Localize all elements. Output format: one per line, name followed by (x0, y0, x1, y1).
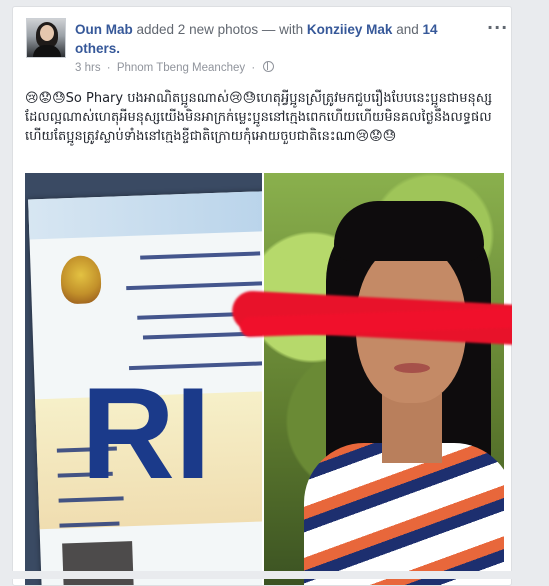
post-time-link[interactable]: 3 hrs (75, 62, 101, 74)
with-prefix: — with (261, 22, 304, 37)
post-action: added 2 new photos (136, 22, 259, 37)
post-text: 😢😟😓So Phary បងអាណិតប្អូនណាស់😢😓ហេតុអ្វីប្… (25, 91, 492, 144)
post-meta: 3 hrs · Phnom Tbeng Meanchey · (75, 61, 275, 74)
globe-icon[interactable] (263, 61, 275, 72)
photo-right-portrait[interactable] (264, 173, 504, 585)
location-link[interactable]: Phnom Tbeng Meanchey (117, 62, 245, 74)
id-portrait (62, 541, 135, 585)
tagged-user-link[interactable]: Konziiey Mak (307, 22, 393, 37)
photo-overlay-text: RI (81, 360, 211, 506)
more-dots-icon[interactable]: ··· (487, 18, 508, 37)
page-background-right (512, 0, 549, 579)
author-name-link[interactable]: Oun Mab (75, 22, 133, 37)
photo-left-id-card[interactable]: RI (25, 173, 262, 585)
and-text: and (396, 22, 419, 37)
author-avatar[interactable] (26, 18, 66, 58)
post-header: Oun Mab added 2 new photos — with Konzii… (75, 20, 475, 58)
page-background-bottom (0, 571, 549, 579)
emblem-icon (60, 255, 102, 305)
